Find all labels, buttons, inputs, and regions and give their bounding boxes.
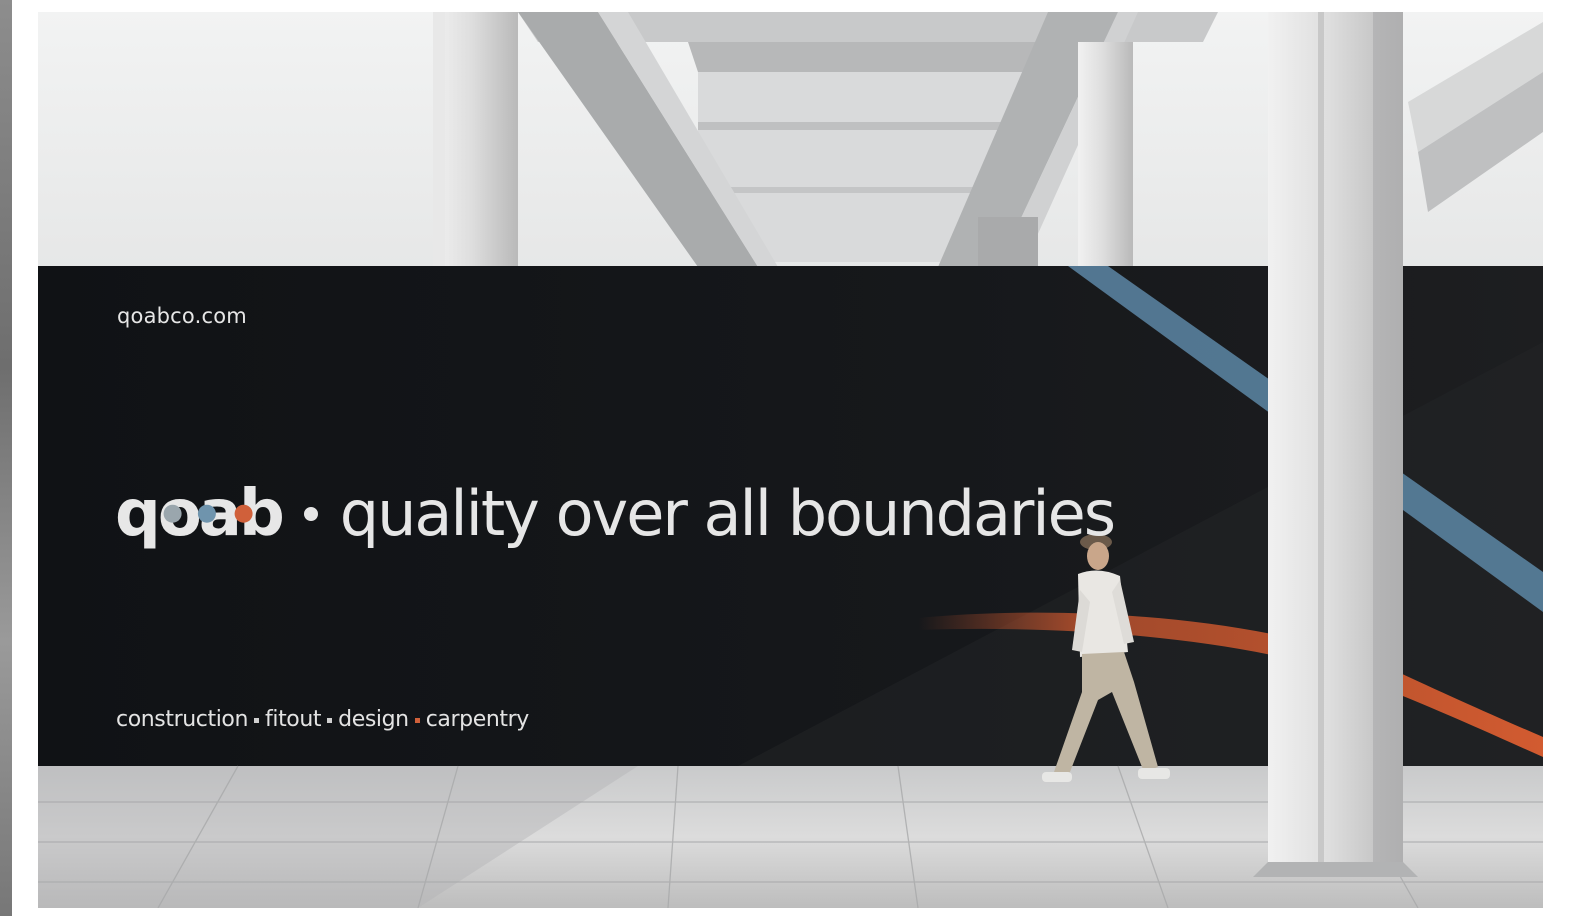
service-separator bbox=[254, 718, 260, 723]
headline: qoab quality over all boundaries bbox=[115, 474, 1116, 554]
left-edge-photo-strip bbox=[0, 0, 12, 916]
hoarding-photo: qoabco.com qoab quality over all boundar… bbox=[38, 12, 1543, 908]
service-separator bbox=[327, 718, 333, 723]
service-construction: construction bbox=[116, 707, 249, 732]
architecture-scene bbox=[38, 12, 1543, 908]
logo-color-dots bbox=[163, 504, 253, 523]
service-fitout: fitout bbox=[265, 707, 322, 732]
tagline: quality over all boundaries bbox=[339, 477, 1116, 550]
logo-dot bbox=[234, 504, 253, 523]
service-separator bbox=[414, 718, 420, 723]
services-list: construction fitout design carpentry bbox=[116, 707, 529, 732]
image-frame: qoabco.com qoab quality over all boundar… bbox=[0, 0, 1582, 916]
logo-dot bbox=[163, 504, 182, 523]
service-design: design bbox=[338, 707, 409, 732]
service-carpentry: carpentry bbox=[425, 707, 530, 732]
separator-dot bbox=[303, 507, 318, 521]
website-url: qoabco.com bbox=[117, 304, 247, 328]
logo-dot bbox=[197, 504, 216, 523]
qoab-logo: qoab bbox=[115, 474, 285, 554]
